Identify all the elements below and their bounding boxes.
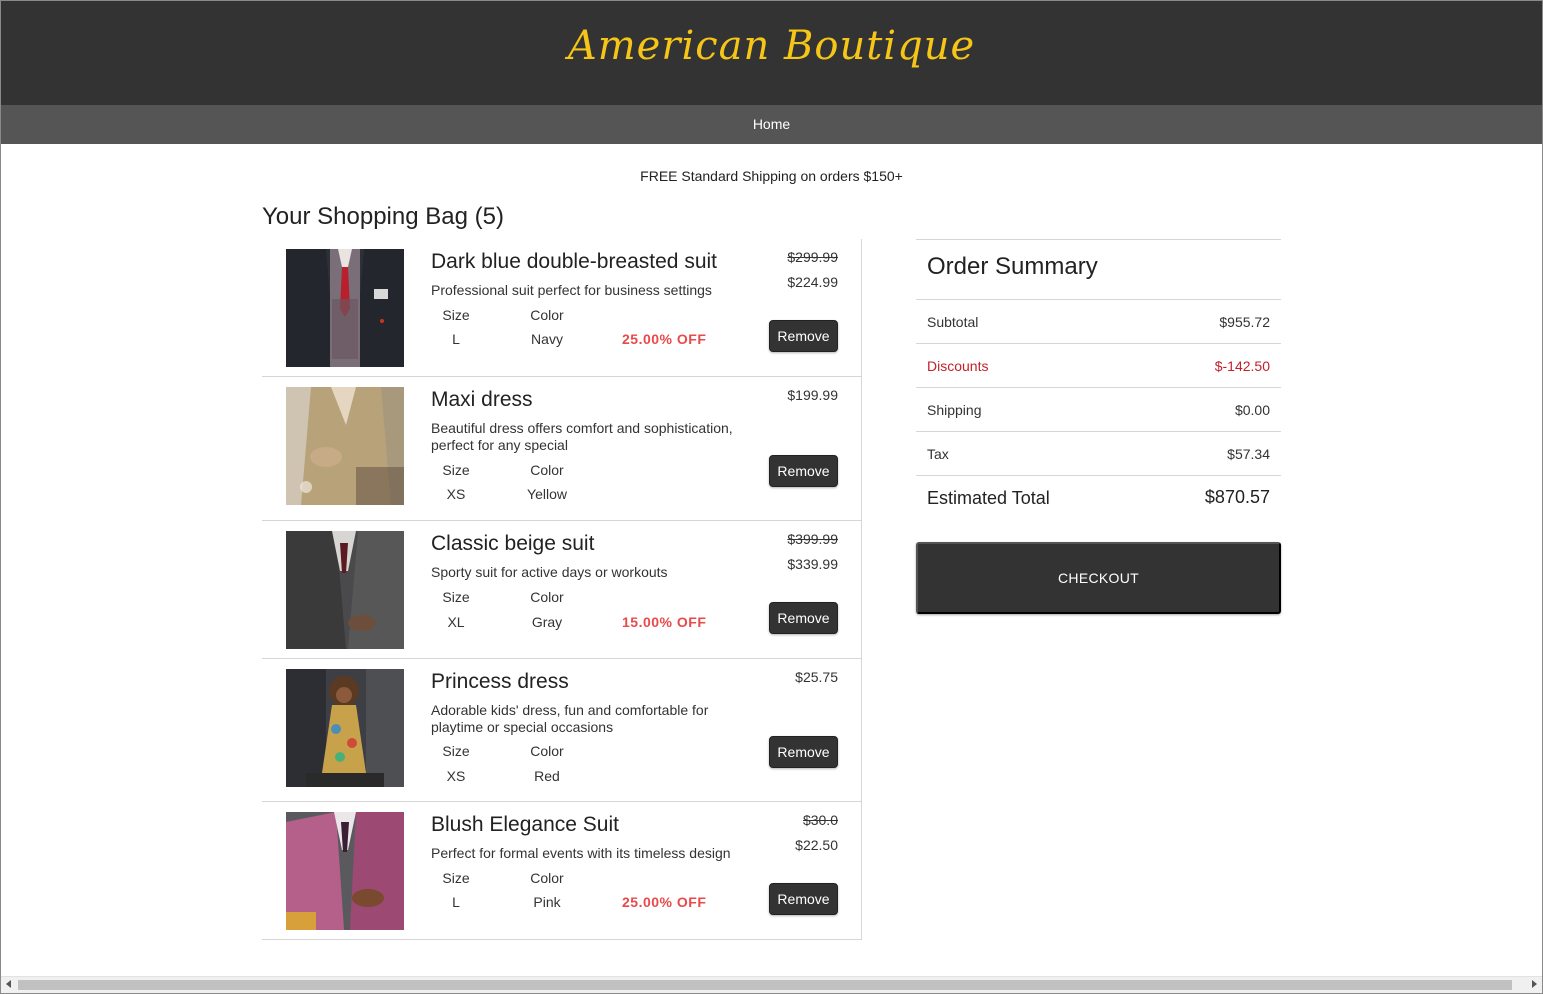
size-label: Size — [442, 589, 470, 605]
color-label: Color — [530, 870, 564, 886]
remove-button[interactable]: Remove — [769, 602, 838, 634]
color-value: Navy — [531, 331, 563, 347]
subtotal-row: Subtotal $955.72 — [916, 300, 1281, 344]
size-value: XL — [447, 614, 465, 630]
size-value: XS — [446, 486, 466, 502]
discount-badge: 25.00% OFF — [622, 331, 707, 347]
bag-item: Dark blue double-breasted suit Professio… — [262, 239, 861, 377]
remove-button[interactable]: Remove — [769, 455, 838, 487]
size-label: Size — [442, 743, 470, 759]
original-price: $30.0 — [802, 812, 838, 828]
color-value: Red — [534, 768, 560, 784]
size-label: Size — [442, 462, 470, 478]
item-description: Professional suit perfect for business s… — [431, 282, 712, 298]
item-name[interactable]: Dark blue double-breasted suit — [431, 250, 717, 274]
color-label: Color — [530, 307, 564, 323]
item-name[interactable]: Maxi dress — [431, 388, 533, 412]
bag-title: Your Shopping Bag (5) — [262, 203, 504, 230]
bag-item: Princess dress Adorable kids' dress, fun… — [262, 659, 861, 802]
scroll-right-icon[interactable] — [1532, 980, 1537, 988]
remove-button[interactable]: Remove — [769, 320, 838, 352]
subtotal-label: Subtotal — [927, 314, 979, 330]
site-header: American Boutique — [1, 1, 1542, 105]
item-price: $339.99 — [787, 556, 838, 572]
brand-logo[interactable]: American Boutique — [1, 23, 1542, 69]
discounts-row: Discounts $-142.50 — [916, 344, 1281, 388]
bag-item: Classic beige suit Sporty suit for activ… — [262, 521, 861, 659]
color-label: Color — [530, 589, 564, 605]
scrollbar-thumb[interactable] — [18, 980, 1512, 990]
color-label: Color — [530, 462, 564, 478]
subtotal-value: $955.72 — [1219, 314, 1270, 330]
color-value: Yellow — [527, 486, 567, 502]
discount-badge: 15.00% OFF — [622, 614, 707, 630]
remove-button[interactable]: Remove — [769, 883, 838, 915]
total-row: Estimated Total $870.57 — [916, 476, 1281, 520]
bag-item: Blush Elegance Suit Perfect for formal e… — [262, 802, 861, 940]
item-price: $25.75 — [795, 669, 838, 685]
nav-home-link[interactable]: Home — [1, 116, 1542, 132]
item-description: Adorable kids' dress, fun and comfortabl… — [431, 702, 709, 735]
size-value: L — [452, 894, 460, 910]
horizontal-scrollbar[interactable] — [1, 976, 1542, 993]
original-price: $299.99 — [787, 249, 838, 265]
order-summary: Order Summary Subtotal $955.72 Discounts… — [916, 239, 1281, 520]
shipping-label: Shipping — [927, 402, 982, 418]
remove-button[interactable]: Remove — [769, 736, 838, 768]
size-value: L — [452, 331, 460, 347]
item-name[interactable]: Princess dress — [431, 670, 569, 694]
color-label: Color — [530, 743, 564, 759]
discounts-label: Discounts — [927, 358, 989, 374]
item-name[interactable]: Blush Elegance Suit — [431, 813, 619, 837]
item-price: $22.50 — [795, 837, 838, 853]
item-description: Sporty suit for active days or workouts — [431, 564, 668, 580]
summary-title: Order Summary — [916, 240, 1281, 300]
size-value: XS — [446, 768, 466, 784]
color-value: Gray — [531, 614, 563, 630]
item-image-princess-dress[interactable] — [286, 669, 404, 787]
size-label: Size — [442, 870, 470, 886]
tax-label: Tax — [927, 446, 949, 462]
bag-item-list: Dark blue double-breasted suit Professio… — [262, 239, 862, 940]
size-label: Size — [442, 307, 470, 323]
item-price: $199.99 — [787, 387, 838, 403]
discount-badge: 25.00% OFF — [622, 894, 707, 910]
shipping-row: Shipping $0.00 — [916, 388, 1281, 432]
scroll-left-icon[interactable] — [6, 980, 11, 988]
item-image-maxi-dress[interactable] — [286, 387, 404, 505]
tax-row: Tax $57.34 — [916, 432, 1281, 476]
original-price: $399.99 — [787, 531, 838, 547]
bag-item: Maxi dress Beautiful dress offers comfor… — [262, 377, 861, 521]
nav-bar: Home — [1, 105, 1542, 144]
item-description: Perfect for formal events with its timel… — [431, 845, 731, 861]
color-value: Pink — [533, 894, 561, 910]
checkout-button[interactable]: CHECKOUT — [916, 542, 1281, 614]
tax-value: $57.34 — [1227, 446, 1270, 462]
discounts-value: $-142.50 — [1214, 358, 1270, 374]
item-image-suit-navy[interactable] — [286, 249, 404, 367]
shipping-promo: FREE Standard Shipping on orders $150+ — [640, 168, 903, 184]
item-image-blush-suit[interactable] — [286, 812, 404, 930]
item-name[interactable]: Classic beige suit — [431, 532, 594, 556]
total-value: $870.57 — [1204, 487, 1270, 507]
total-label: Estimated Total — [927, 488, 1050, 508]
item-description: Beautiful dress offers comfort and sophi… — [431, 420, 733, 453]
shipping-value: $0.00 — [1234, 402, 1270, 418]
item-image-beige-suit[interactable] — [286, 531, 404, 649]
item-price: $224.99 — [787, 274, 838, 290]
